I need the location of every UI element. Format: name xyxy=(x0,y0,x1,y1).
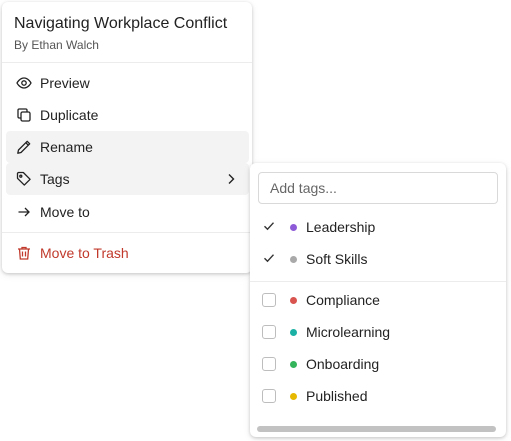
scrollbar-thumb[interactable] xyxy=(257,426,496,432)
menu-item-label: Tags xyxy=(40,171,70,187)
tag-icon xyxy=(16,171,32,187)
tags-divider xyxy=(250,281,506,282)
tag-color-dot xyxy=(290,360,297,368)
menu-item-move-to-trash[interactable]: Move to Trash xyxy=(6,237,249,269)
context-menu: Navigating Workplace Conflict By Ethan W… xyxy=(2,2,252,273)
course-author: By Ethan Walch xyxy=(14,38,99,52)
tag-option-selected[interactable]: Soft Skills xyxy=(250,243,506,275)
check-icon xyxy=(262,219,276,236)
menu-divider xyxy=(2,62,252,63)
eye-icon xyxy=(16,75,32,91)
tag-label: Microlearning xyxy=(306,324,391,340)
tags-submenu: Leadership Soft Skills Compliance Microl… xyxy=(250,163,506,437)
chevron-right-icon xyxy=(223,171,239,187)
tag-checkbox[interactable] xyxy=(262,389,276,403)
menu-item-tags[interactable]: Tags xyxy=(6,163,249,195)
tag-color-dot xyxy=(290,392,297,400)
check-icon xyxy=(262,251,276,268)
course-title: Navigating Workplace Conflict xyxy=(14,15,228,32)
tag-label: Published xyxy=(306,388,368,404)
tag-color-dot xyxy=(290,223,297,231)
menu-item-rename[interactable]: Rename xyxy=(6,131,249,163)
tag-option[interactable]: Published xyxy=(250,380,506,412)
pencil-icon xyxy=(16,139,32,155)
menu-item-move-to[interactable]: Move to xyxy=(6,196,249,228)
menu-item-label: Move to Trash xyxy=(40,245,129,261)
tag-option[interactable]: Compliance xyxy=(250,284,506,316)
arrow-right-icon xyxy=(16,204,32,220)
tag-checkbox[interactable] xyxy=(262,325,276,339)
menu-item-label: Rename xyxy=(40,139,93,155)
tag-label: Soft Skills xyxy=(306,251,368,267)
tag-checkbox[interactable] xyxy=(262,357,276,371)
tag-checkbox[interactable] xyxy=(262,293,276,307)
trash-icon xyxy=(16,245,32,261)
copy-icon xyxy=(16,107,32,123)
tag-label: Leadership xyxy=(306,219,376,235)
tag-option[interactable]: Onboarding xyxy=(250,348,506,380)
menu-divider xyxy=(2,232,252,233)
horizontal-scrollbar[interactable] xyxy=(250,423,506,433)
menu-item-duplicate[interactable]: Duplicate xyxy=(6,99,249,131)
menu-item-preview[interactable]: Preview xyxy=(6,67,249,99)
tag-color-dot xyxy=(290,255,297,263)
menu-item-label: Preview xyxy=(40,75,90,91)
tag-label: Compliance xyxy=(306,292,380,308)
tag-color-dot xyxy=(290,328,297,336)
menu-item-label: Move to xyxy=(40,204,90,220)
menu-header: Navigating Workplace Conflict By Ethan W… xyxy=(2,2,252,52)
tag-color-dot xyxy=(290,296,297,304)
menu-item-label: Duplicate xyxy=(40,107,99,123)
tag-label: Onboarding xyxy=(306,356,380,372)
tag-option[interactable]: Microlearning xyxy=(250,316,506,348)
add-tags-input[interactable] xyxy=(258,172,498,204)
tag-option-selected[interactable]: Leadership xyxy=(250,211,506,243)
